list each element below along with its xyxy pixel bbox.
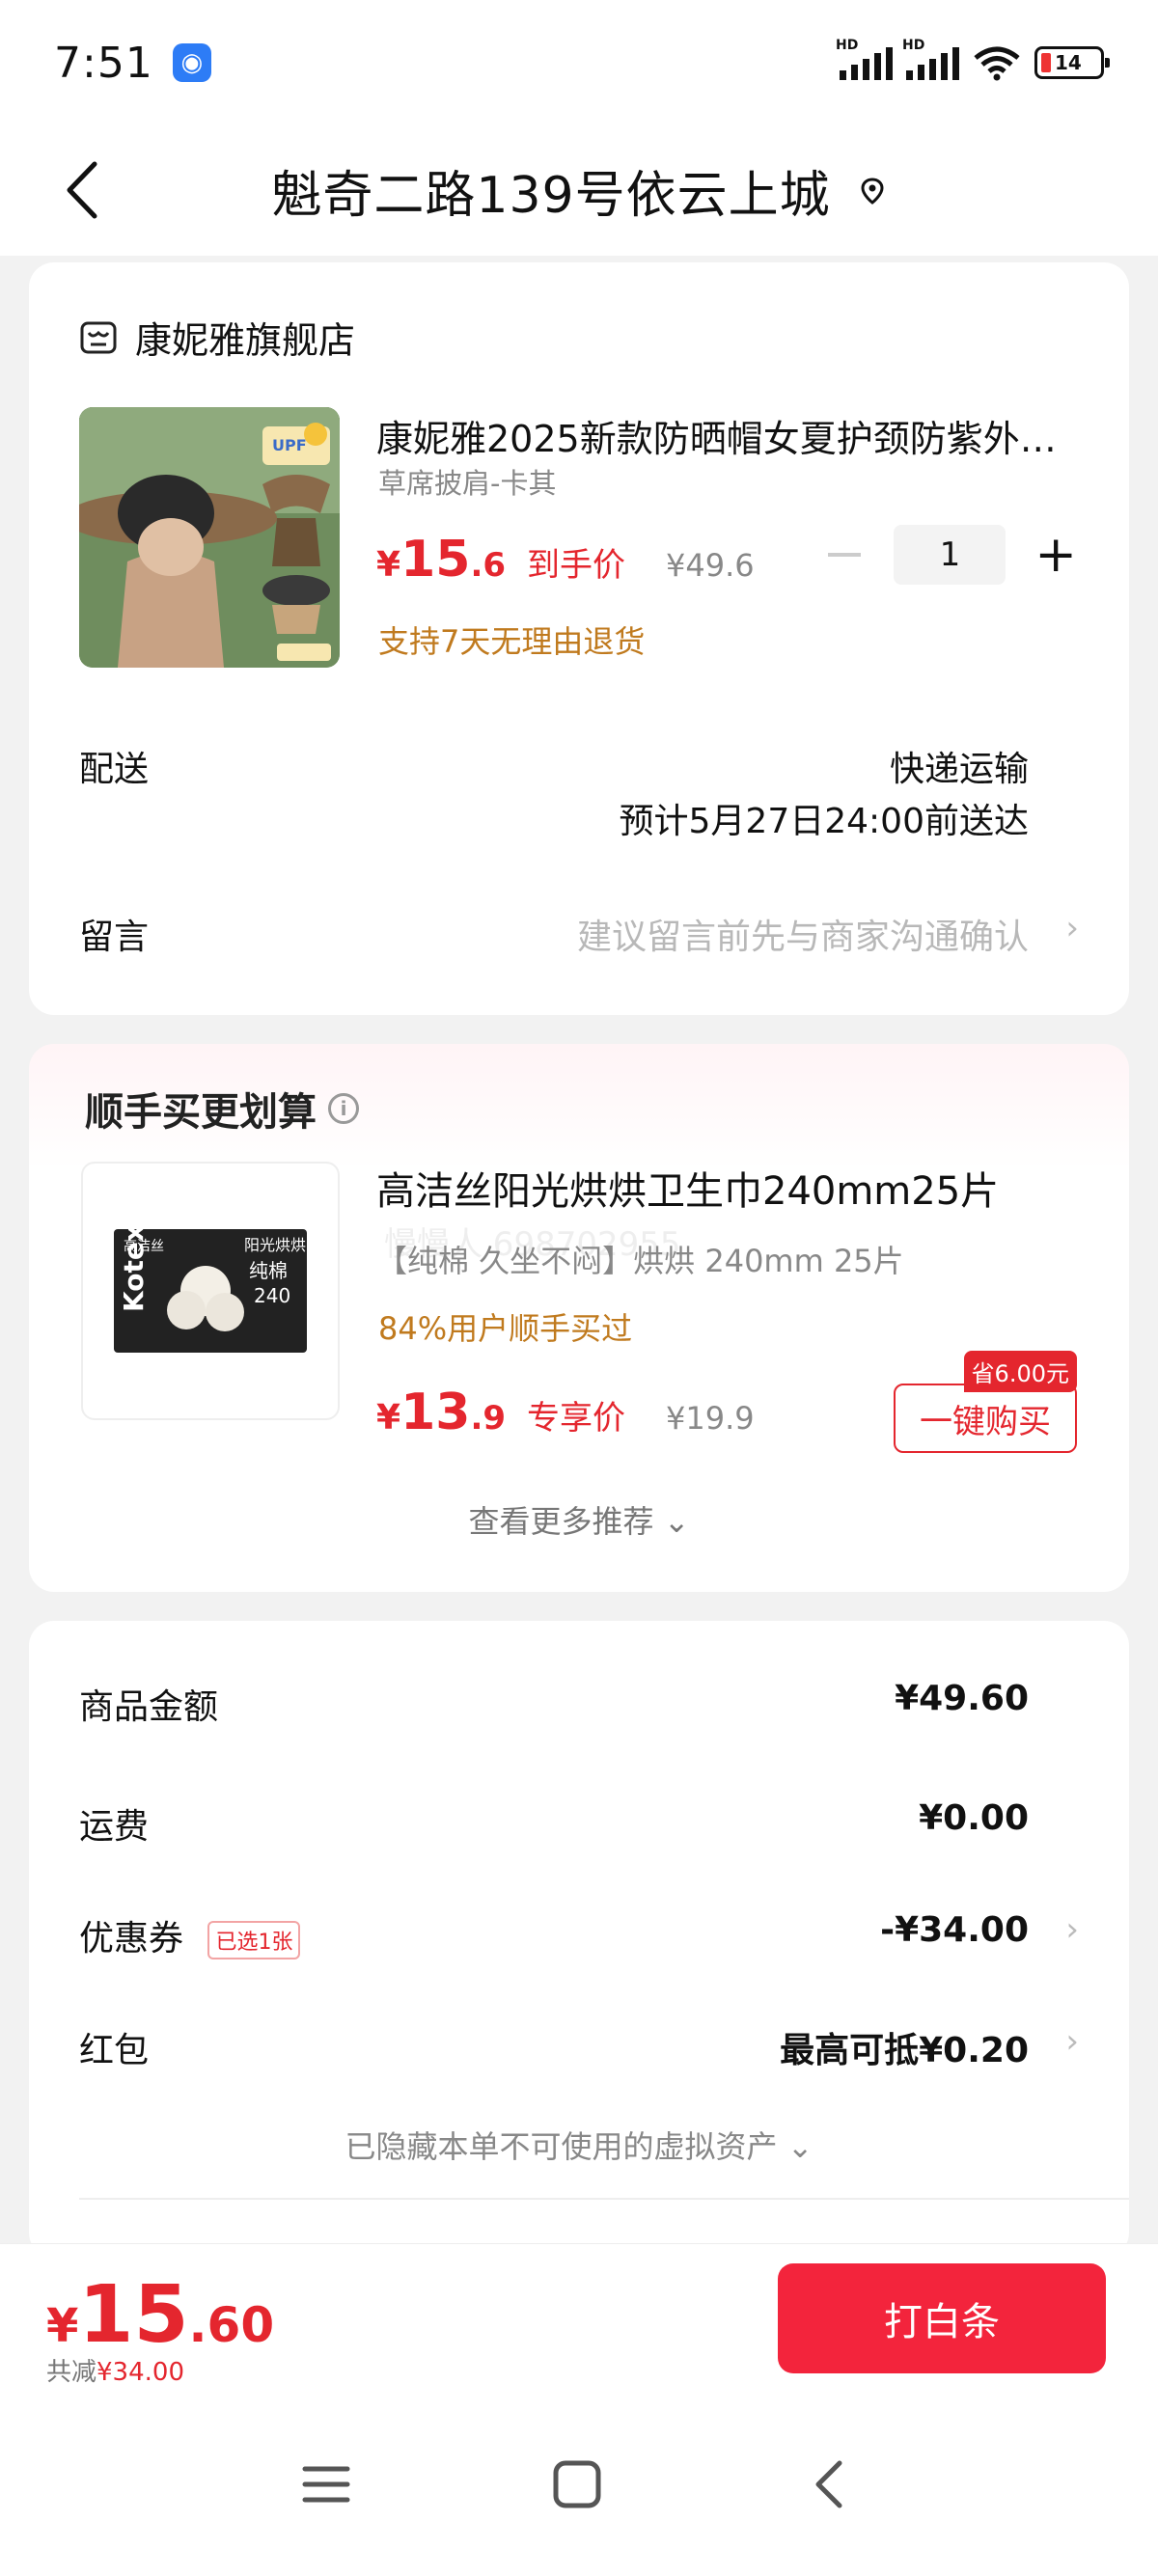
recommend-bought-rate: 84%用户顺手买过	[378, 1310, 633, 1347]
save-badge: 省6.00元	[963, 1351, 1077, 1392]
coupon-value[interactable]: -¥34.00	[880, 1910, 1029, 1950]
image-brand-en: Kotex	[118, 1224, 150, 1312]
recommend-price-row: ¥ 13 .9 专享价 ¥19.9	[376, 1384, 755, 1441]
redpacket-value[interactable]: 最高可抵¥0.20	[780, 2022, 1029, 2072]
shipping-value: ¥0.00	[919, 1798, 1029, 1838]
message-input[interactable]: 建议留言前先与商家沟通确认	[577, 909, 1029, 959]
back-arrow-icon[interactable]	[56, 156, 114, 224]
order-item-card: 康妮雅旗舰店 UPF 康妮雅2025新款防晒帽女夏护颈防紫外线遮阳帽 草席披肩-…	[29, 262, 1129, 1015]
system-navigation-bar	[0, 2398, 1158, 2576]
divider	[79, 2198, 1129, 2200]
info-icon[interactable]: i	[328, 1093, 359, 1124]
price-summary-card: 商品金额 ¥49.60 运费 ¥0.00 优惠券 已选1张 -¥34.00 › …	[29, 1621, 1129, 2258]
increase-button[interactable]: +	[1034, 530, 1077, 580]
coupon-chevron-icon[interactable]: ›	[1065, 1910, 1079, 1949]
total-int: 15	[78, 2269, 189, 2361]
goods-amount-value: ¥49.60	[895, 1679, 1029, 1718]
rec-price-int: 13	[400, 1384, 471, 1441]
recommend-card: 顺手买更划算 i 高洁丝 Kotex 阳光烘烘 纯棉 240 高洁丝阳光烘烘卫生…	[29, 1044, 1129, 1592]
decrease-button[interactable]	[828, 553, 862, 557]
shop-name: 康妮雅旗舰店	[135, 319, 356, 362]
total-dec: .60	[188, 2297, 275, 2353]
status-time: 7:51	[54, 38, 153, 88]
delivery-eta: 预计5月27日24:00前送达	[619, 802, 1029, 841]
product-price-row: ¥ 15 .6 到手价 ¥49.6	[376, 531, 755, 589]
reduced-value: ¥34.00	[96, 2358, 184, 2387]
menu-icon[interactable]	[297, 2455, 355, 2513]
battery-icon: 14	[1034, 46, 1110, 79]
rec-price-currency: ¥	[376, 1398, 401, 1438]
product-sku[interactable]: 草席披肩-卡其	[378, 461, 556, 502]
reduced-label: 共减	[46, 2358, 97, 2387]
redpacket-chevron-icon[interactable]: ›	[1065, 2022, 1079, 2061]
goods-amount-label: 商品金额	[79, 1687, 219, 1727]
price-currency: ¥	[376, 545, 401, 585]
delivery-label: 配送	[79, 750, 150, 789]
quantity-stepper: 1 +	[828, 525, 1077, 585]
svg-text:UPF: UPF	[272, 436, 307, 454]
more-recommend-text: 查看更多推荐	[468, 1503, 654, 1540]
quantity-value[interactable]: 1	[894, 525, 1006, 585]
chevron-down-icon: ⌄	[786, 2128, 813, 2165]
home-icon[interactable]	[548, 2455, 606, 2513]
signal-icon-2: HD	[902, 38, 959, 80]
shop-icon	[80, 321, 117, 353]
notification-app-icon: ◉	[172, 43, 211, 82]
battery-level: 14	[1055, 51, 1082, 74]
location-pin-icon[interactable]	[858, 177, 887, 206]
shipping-label: 运费	[79, 1807, 150, 1847]
back-icon[interactable]	[801, 2455, 859, 2513]
shop-row[interactable]: 康妮雅旗舰店	[79, 311, 355, 364]
address-navbar: 魁奇二路139号依云上城	[0, 125, 1158, 256]
total-currency: ¥	[46, 2299, 79, 2353]
original-price: ¥49.6	[666, 547, 755, 584]
total-price: ¥ 15 .60	[46, 2269, 274, 2361]
price-dec: .6	[470, 546, 507, 585]
total-reduced[interactable]: 共减¥34.00	[46, 2352, 184, 2388]
rec-original-price: ¥19.9	[666, 1400, 755, 1437]
message-label: 留言	[79, 918, 150, 957]
recommend-product-image[interactable]: 高洁丝 Kotex 阳光烘烘 纯棉 240	[81, 1162, 340, 1420]
price-tag: 到手价	[527, 546, 626, 585]
rec-price-dec: .9	[470, 1399, 507, 1438]
status-icons: HD HD 14	[836, 38, 1110, 81]
image-line1: 阳光烘烘	[244, 1236, 306, 1254]
hidden-assets-toggle[interactable]: 已隐藏本单不可使用的虚拟资产 ⌄	[29, 2123, 1129, 2167]
coupon-selected-tag: 已选1张	[207, 1921, 301, 1959]
price-int: 15	[400, 531, 471, 589]
return-policy: 支持7天无理由退货	[378, 623, 646, 660]
address-title[interactable]: 魁奇二路139号依云上城	[271, 154, 830, 227]
coupon-row[interactable]: 优惠券 已选1张	[79, 1910, 301, 1960]
image-size: 240	[254, 1284, 290, 1307]
one-click-buy-button[interactable]: 一键购买	[894, 1384, 1077, 1453]
recommend-title-text: 顺手买更划算	[85, 1090, 317, 1135]
checkout-bar: ¥ 15 .60 共减¥34.00 打白条	[0, 2243, 1158, 2398]
redpacket-label: 红包	[79, 2031, 150, 2070]
delivery-method[interactable]: 快递运输	[890, 741, 1029, 791]
recommend-section-title: 顺手买更划算 i	[85, 1081, 359, 1137]
status-bar: 7:51 ◉ HD HD 14	[0, 0, 1158, 125]
message-chevron-icon[interactable]: ›	[1065, 909, 1079, 947]
pay-button[interactable]: 打白条	[778, 2263, 1106, 2373]
rec-price-tag: 专享价	[527, 1399, 626, 1438]
product-image[interactable]: UPF	[79, 407, 340, 668]
coupon-label: 优惠券	[79, 1919, 184, 1959]
recommend-product-subtitle: 【纯棉 久坐不闷】烘烘 240mm 25片	[376, 1243, 904, 1279]
more-recommend-link[interactable]: 查看更多推荐 ⌄	[29, 1497, 1129, 1542]
wifi-icon	[974, 46, 1020, 81]
recommend-product-title[interactable]: 高洁丝阳光烘烘卫生巾240mm25片	[376, 1160, 999, 1216]
hidden-assets-text: 已隐藏本单不可使用的虚拟资产	[345, 2128, 778, 2165]
signal-icon: HD	[836, 38, 893, 80]
chevron-down-icon: ⌄	[663, 1503, 690, 1540]
image-line2: 纯棉	[249, 1259, 288, 1282]
product-title[interactable]: 康妮雅2025新款防晒帽女夏护颈防紫外线遮阳帽	[376, 409, 1090, 462]
